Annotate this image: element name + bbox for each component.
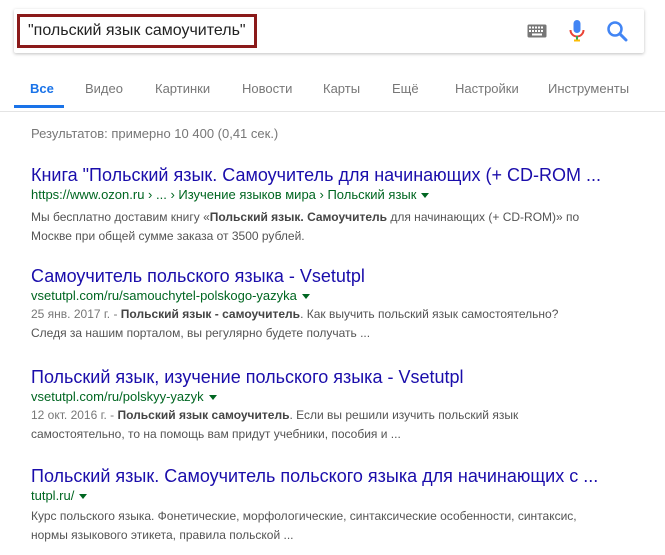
- result-snippet-line: Курс польского языка. Фонетические, морф…: [31, 509, 577, 523]
- keyboard-icon[interactable]: [525, 19, 549, 43]
- tab-all[interactable]: Все: [30, 75, 54, 105]
- result-url: vsetutpl.com/ru/polskyy-yazyk: [31, 388, 661, 406]
- snippet-text: . Если вы решили изучить польский язык: [289, 408, 519, 422]
- snippet-highlight: Польский язык - самоучитель: [120, 307, 301, 321]
- tab-news[interactable]: Новости: [242, 75, 292, 105]
- result-snippet-line: самостоятельно, то на помощь вам придут …: [31, 427, 401, 441]
- result-snippet-line: нормы языкового этикета, правила польско…: [31, 528, 294, 542]
- result-snippet-line: 12 окт. 2016 г. - Польский язык самоучит…: [31, 406, 661, 425]
- search-box[interactable]: "польский язык самоучитель": [14, 9, 644, 53]
- result-snippet-line: Мы бесплатно доставим книгу «Польский яз…: [31, 208, 661, 227]
- result-stats: Результатов: примерно 10 400 (0,41 сек.): [31, 126, 279, 141]
- tab-more[interactable]: Ещё: [392, 75, 419, 105]
- caret-down-icon[interactable]: [421, 193, 430, 199]
- result-snippet-line: 25 янв. 2017 г. - Польский язык - самоуч…: [31, 305, 661, 324]
- result-url: https://www.ozon.ru › ... › Изучение язы…: [31, 186, 661, 204]
- result-url-text: https://www.ozon.ru › ... › Изучение язы…: [31, 187, 417, 202]
- caret-down-icon[interactable]: [208, 395, 217, 401]
- search-icon[interactable]: [605, 19, 629, 43]
- search-result: Самоучитель польского языка - Vsetutpl v…: [31, 265, 661, 343]
- search-result: Польский язык. Самоучитель польского язы…: [31, 465, 661, 545]
- tab-maps[interactable]: Карты: [323, 75, 360, 105]
- result-url: tutpl.ru/: [31, 487, 661, 505]
- tab-tools[interactable]: Инструменты: [548, 75, 629, 105]
- result-title-link[interactable]: Самоучитель польского языка - Vsetutpl: [31, 265, 661, 287]
- search-result: Книга "Польский язык. Самоучитель для на…: [31, 164, 661, 246]
- microphone-icon[interactable]: [565, 19, 589, 43]
- result-title-link[interactable]: Польский язык, изучение польского языка …: [31, 366, 661, 388]
- result-date: 25 янв. 2017 г. -: [31, 307, 121, 321]
- result-url: vsetutpl.com/ru/samouchytel-polskogo-yaz…: [31, 287, 661, 305]
- header-divider: [0, 111, 665, 112]
- snippet-text: Мы бесплатно доставим книгу «: [31, 210, 210, 224]
- snippet-text: . Как выучить польский язык самостоятель…: [300, 307, 559, 321]
- result-url-text: tutpl.ru/: [31, 488, 75, 503]
- tab-video[interactable]: Видео: [85, 75, 123, 105]
- search-result: Польский язык, изучение польского языка …: [31, 366, 661, 444]
- caret-down-icon[interactable]: [301, 294, 310, 300]
- result-snippet-line: Следя за нашим порталом, вы регулярно бу…: [31, 326, 371, 340]
- result-title-link[interactable]: Польский язык. Самоучитель польского язы…: [31, 465, 661, 487]
- result-url-text: vsetutpl.com/ru/polskyy-yazyk: [31, 389, 204, 404]
- result-date: 12 окт. 2016 г. -: [31, 408, 118, 422]
- snippet-highlight: Польский язык. Самоучитель: [209, 210, 388, 224]
- tab-images[interactable]: Картинки: [155, 75, 210, 105]
- snippet-highlight: Польский язык самоучитель: [117, 408, 290, 422]
- search-tabs: Все Видео Картинки Новости Карты Ещё Нас…: [0, 75, 665, 109]
- active-tab-indicator: [14, 105, 64, 108]
- search-input[interactable]: "польский язык самоучитель": [28, 22, 246, 40]
- tab-settings[interactable]: Настройки: [455, 75, 519, 105]
- query-highlight-frame: "польский язык самоучитель": [17, 14, 257, 48]
- result-url-text: vsetutpl.com/ru/samouchytel-polskogo-yaz…: [31, 288, 297, 303]
- snippet-text: для начинающих (+ CD-ROM)» по: [387, 210, 580, 224]
- result-title-link[interactable]: Книга "Польский язык. Самоучитель для на…: [31, 164, 661, 186]
- search-header: "польский язык самоучитель" Все Видео Ка…: [0, 0, 665, 118]
- result-snippet-line: Москве при общей сумме заказа от 3500 ру…: [31, 229, 305, 243]
- caret-down-icon[interactable]: [79, 494, 88, 500]
